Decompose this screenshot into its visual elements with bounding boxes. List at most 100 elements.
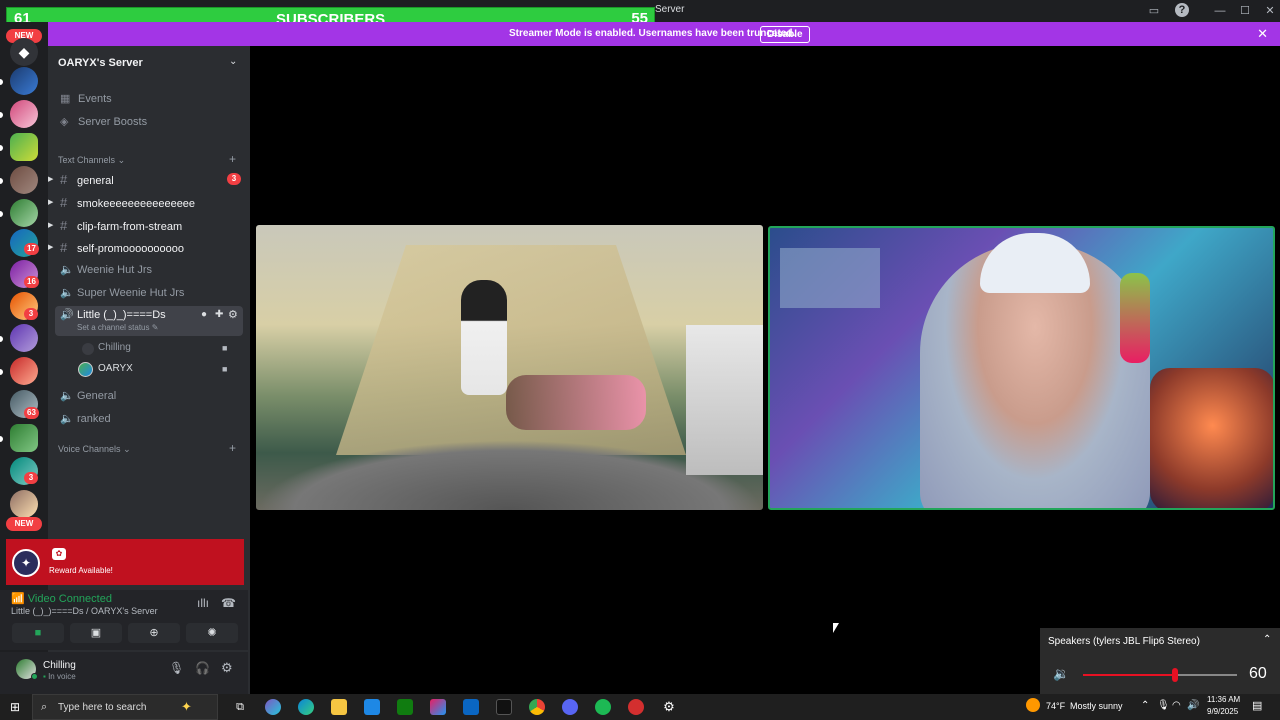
weather-description[interactable]: Mostly sunny xyxy=(1070,701,1123,711)
clock-date[interactable]: 9/9/2025 xyxy=(1207,707,1238,716)
server-icon-4[interactable] xyxy=(10,166,38,194)
app-icon[interactable] xyxy=(430,699,446,715)
server-name-header[interactable]: OARYX's Server xyxy=(58,57,143,69)
white-curtain xyxy=(686,325,763,475)
video-tile-webcam[interactable] xyxy=(768,226,1275,510)
file-explorer-icon[interactable] xyxy=(331,699,347,715)
clock-time[interactable]: 11:36 AM xyxy=(1207,695,1240,704)
gear-icon[interactable]: ⚙ xyxy=(221,660,233,676)
nav-server-boosts[interactable]: ◈ Server Boosts xyxy=(60,115,147,128)
hash-icon: # xyxy=(60,240,68,255)
disable-streamer-button[interactable]: Disable xyxy=(760,26,810,43)
voice-member-name[interactable]: Chilling xyxy=(98,342,131,353)
help-icon[interactable]: ? xyxy=(1175,3,1189,17)
server-icon-2[interactable] xyxy=(10,100,38,128)
copilot-icon[interactable] xyxy=(265,699,281,715)
voice-channel-super-weenie-hut[interactable]: 🔈 Super Weenie Hut Jrs xyxy=(60,286,184,299)
voice-channel-weenie-hut[interactable]: 🔈 Weenie Hut Jrs xyxy=(60,263,152,276)
volume-slider-track[interactable] xyxy=(1083,668,1237,682)
server-icon-3[interactable] xyxy=(10,133,38,161)
weather-sun-icon[interactable] xyxy=(1026,698,1040,712)
volume-slider-thumb[interactable] xyxy=(1172,668,1179,682)
edge-icon[interactable] xyxy=(298,699,314,715)
wifi-icon[interactable]: ◠ xyxy=(1172,700,1181,711)
outlook-icon[interactable] xyxy=(463,699,479,715)
caret-right-icon: ▶ xyxy=(48,199,54,206)
server-icon-14[interactable] xyxy=(10,490,38,518)
chevron-up-icon[interactable]: ⌃ xyxy=(1263,634,1271,645)
maximize-button[interactable]: ☐ xyxy=(1237,3,1253,19)
voice-channels-category[interactable]: Voice Channels ⌄ xyxy=(58,444,131,455)
voice-member-name[interactable]: OARYX xyxy=(98,363,133,374)
discover-servers-icon[interactable]: ◆ xyxy=(10,38,38,66)
speaker-icon: 🔈 xyxy=(60,413,74,425)
server-unread-badge: 3 xyxy=(24,472,38,484)
gear-icon[interactable]: ⚙ xyxy=(228,308,238,321)
task-view-icon[interactable]: ⧉ xyxy=(232,699,248,715)
chevron-down-icon[interactable]: ⌄ xyxy=(229,56,237,67)
channel-smoke[interactable]: # smokeeeeeeeeeeeeeee xyxy=(60,195,195,210)
minimize-button[interactable]: — xyxy=(1212,3,1228,19)
headphones-icon[interactable]: 🎧 xyxy=(195,661,210,675)
store-icon[interactable] xyxy=(364,699,380,715)
soundboard-button[interactable]: ✺ xyxy=(186,623,238,643)
voice-channel-ranked[interactable]: 🔈 ranked xyxy=(60,412,111,425)
search-placeholder: Type here to search xyxy=(58,702,147,713)
add-member-icon[interactable]: ✚ xyxy=(215,309,223,320)
username[interactable]: Chilling xyxy=(43,660,76,671)
channel-clip-farm[interactable]: # clip-farm-from-stream xyxy=(60,218,182,233)
server-icon-1[interactable] xyxy=(10,67,38,95)
camera-toggle-button[interactable]: ■ xyxy=(12,623,64,643)
disconnect-icon[interactable]: ☎ xyxy=(221,596,236,610)
microphone-icon[interactable]: 🎙 xyxy=(1157,700,1170,711)
noise-suppression-icon[interactable]: ıllı xyxy=(197,596,209,610)
server-icon-12[interactable] xyxy=(10,424,38,452)
text-channels-category[interactable]: Text Channels ⌄ xyxy=(58,155,125,166)
connection-location[interactable]: Little (_)_)====Ds / OARYX's Server xyxy=(11,606,158,616)
discord-icon[interactable] xyxy=(562,699,578,715)
server-icon-10[interactable] xyxy=(10,357,38,385)
xbox-icon[interactable] xyxy=(397,699,413,715)
notifications-icon[interactable]: ▤ xyxy=(1252,699,1262,712)
foreground-object xyxy=(1150,368,1273,508)
speaker-icon: 🔈 xyxy=(60,390,74,402)
channel-general[interactable]: # general xyxy=(60,172,114,187)
boost-icon: ◈ xyxy=(60,116,69,128)
server-icon-9[interactable] xyxy=(10,324,38,352)
spotify-icon[interactable] xyxy=(595,699,611,715)
microphone-icon[interactable]: 🎙 xyxy=(169,661,184,675)
close-window-button[interactable]: ✕ xyxy=(1262,3,1278,19)
user-panel: Chilling ▪ In voice 🎙 🎧 ⚙ xyxy=(0,652,248,694)
add-text-channel-icon[interactable]: + xyxy=(229,152,236,166)
channel-self-promo[interactable]: # self-promoooooooooo xyxy=(60,240,184,255)
settings-gear-icon[interactable]: ⚙ xyxy=(661,699,677,715)
nav-label: Events xyxy=(78,93,112,105)
activity-button[interactable]: ⊕ xyxy=(128,623,180,643)
windows-start-icon[interactable]: ⊞ xyxy=(10,700,20,714)
voice-channel-general[interactable]: 🔈 General xyxy=(60,389,116,402)
audio-device-name[interactable]: Speakers (tylers JBL Flip6 Stereo) xyxy=(1048,636,1200,647)
server-icon-5[interactable] xyxy=(10,199,38,227)
close-icon[interactable]: ✕ xyxy=(1257,26,1268,42)
channel-name: Weenie Hut Jrs xyxy=(77,264,152,276)
recording-app-icon[interactable] xyxy=(628,699,644,715)
avatar xyxy=(82,343,94,355)
camera-icon: ■ xyxy=(222,364,228,374)
inbox-icon[interactable]: ▭ xyxy=(1146,3,1162,19)
speaker-volume-icon[interactable]: 🔉 xyxy=(1053,666,1069,682)
video-tile-tent[interactable] xyxy=(256,225,763,510)
chevron-up-icon[interactable]: ⌃ xyxy=(1141,700,1149,711)
reward-banner[interactable]: ✦ ✿ Reward Available! xyxy=(6,539,244,585)
taskbar-search-box[interactable]: ⌕ Type here to search ✦ xyxy=(32,694,218,720)
screen-share-button[interactable]: ▣ xyxy=(70,623,122,643)
reward-label: Reward Available! xyxy=(49,566,113,575)
active-voice-channel-name: 🔊 Little (_)_)====Ds xyxy=(60,308,166,321)
chrome-icon[interactable] xyxy=(529,699,545,715)
tiktok-icon[interactable] xyxy=(496,699,512,715)
volume-icon[interactable]: 🔊 xyxy=(1187,700,1199,711)
nav-events[interactable]: ▦ Events xyxy=(60,92,112,105)
chat-icon[interactable]: ● xyxy=(201,309,207,320)
add-voice-channel-icon[interactable]: + xyxy=(229,441,236,455)
weather-temp[interactable]: 74°F xyxy=(1046,701,1065,711)
channel-status[interactable]: Set a channel status ✎ xyxy=(77,323,158,332)
